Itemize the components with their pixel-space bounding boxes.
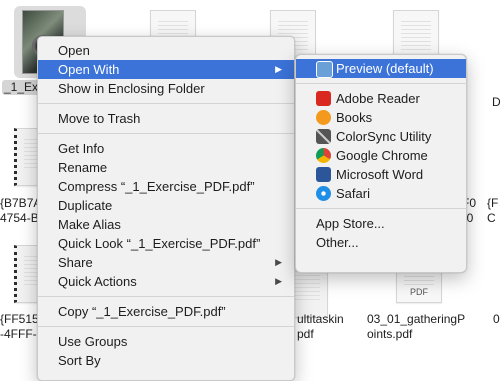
file-label[interactable]: D bbox=[492, 95, 501, 110]
file-label[interactable]: ultitaskin bbox=[297, 312, 344, 327]
app-label: Preview (default) bbox=[336, 61, 434, 76]
menu-item-use-groups[interactable]: Use Groups bbox=[38, 332, 294, 351]
menu-separator bbox=[296, 83, 466, 84]
app-label: Microsoft Word bbox=[336, 167, 424, 182]
submenu-item-google-chrome[interactable]: Google Chrome bbox=[296, 146, 466, 165]
file-label[interactable]: {F bbox=[487, 196, 498, 211]
submenu-item-microsoft-word[interactable]: Microsoft Word bbox=[296, 165, 466, 184]
menu-separator bbox=[296, 208, 466, 209]
pdf-tag: PDF bbox=[410, 287, 428, 297]
open-with-submenu: Preview (default) Adobe Reader Books Col… bbox=[295, 54, 467, 273]
submenu-item-preview[interactable]: Preview (default) bbox=[296, 59, 466, 78]
submenu-item-app-store[interactable]: App Store... bbox=[296, 214, 466, 233]
menu-item-label: Share bbox=[58, 255, 93, 270]
menu-item-label: Quick Actions bbox=[58, 274, 137, 289]
adobe-reader-icon bbox=[316, 91, 331, 106]
menu-item-duplicate[interactable]: Duplicate bbox=[38, 196, 294, 215]
menu-separator bbox=[38, 326, 294, 327]
menu-item-open-with[interactable]: Open With ▶ bbox=[38, 60, 294, 79]
menu-item-compress[interactable]: Compress “_1_Exercise_PDF.pdf” bbox=[38, 177, 294, 196]
menu-item-quick-actions[interactable]: Quick Actions ▶ bbox=[38, 272, 294, 291]
app-label: Adobe Reader bbox=[336, 91, 420, 106]
menu-item-open[interactable]: Open bbox=[38, 41, 294, 60]
menu-item-copy[interactable]: Copy “_1_Exercise_PDF.pdf” bbox=[38, 302, 294, 321]
menu-separator bbox=[38, 133, 294, 134]
file-label[interactable]: 0 bbox=[493, 312, 500, 327]
submenu-item-colorsync-utility[interactable]: ColorSync Utility bbox=[296, 127, 466, 146]
file-label[interactable]: -4FFF- bbox=[0, 327, 37, 342]
menu-item-rename[interactable]: Rename bbox=[38, 158, 294, 177]
menu-item-label: Open With bbox=[58, 62, 120, 77]
google-chrome-icon bbox=[316, 148, 331, 163]
submenu-item-books[interactable]: Books bbox=[296, 108, 466, 127]
file-label[interactable]: 03_01_gatheringP bbox=[367, 312, 465, 327]
submenu-arrow-icon: ▶ bbox=[275, 276, 282, 286]
submenu-item-safari[interactable]: Safari bbox=[296, 184, 466, 203]
submenu-arrow-icon: ▶ bbox=[275, 257, 282, 267]
menu-item-show-in-enclosing-folder[interactable]: Show in Enclosing Folder bbox=[38, 79, 294, 98]
safari-icon bbox=[316, 186, 331, 201]
menu-item-make-alias[interactable]: Make Alias bbox=[38, 215, 294, 234]
app-label: ColorSync Utility bbox=[336, 129, 432, 144]
file-label[interactable]: 4754-B bbox=[0, 211, 39, 226]
books-icon bbox=[316, 110, 331, 125]
file-label[interactable]: {FF515 bbox=[0, 312, 39, 327]
colorsync-utility-icon bbox=[316, 129, 331, 144]
file-label[interactable]: pdf bbox=[297, 327, 314, 342]
menu-item-share[interactable]: Share ▶ bbox=[38, 253, 294, 272]
file-label[interactable]: C bbox=[487, 211, 496, 226]
preview-icon bbox=[316, 61, 333, 78]
submenu-item-adobe-reader[interactable]: Adobe Reader bbox=[296, 89, 466, 108]
submenu-arrow-icon: ▶ bbox=[275, 64, 282, 74]
app-label: Google Chrome bbox=[336, 148, 428, 163]
menu-item-get-info[interactable]: Get Info bbox=[38, 139, 294, 158]
menu-separator bbox=[38, 296, 294, 297]
microsoft-word-icon bbox=[316, 167, 331, 182]
app-label: Safari bbox=[336, 186, 370, 201]
menu-separator bbox=[38, 103, 294, 104]
menu-item-sort-by[interactable]: Sort By bbox=[38, 351, 294, 370]
menu-item-quick-look[interactable]: Quick Look “_1_Exercise_PDF.pdf” bbox=[38, 234, 294, 253]
file-label[interactable]: {B7B7A bbox=[0, 196, 41, 211]
app-label: Books bbox=[336, 110, 373, 125]
menu-item-move-to-trash[interactable]: Move to Trash bbox=[38, 109, 294, 128]
submenu-item-other[interactable]: Other... bbox=[296, 233, 466, 252]
context-menu: Open Open With ▶ Show in Enclosing Folde… bbox=[37, 36, 295, 381]
file-label[interactable]: oints.pdf bbox=[367, 327, 412, 342]
